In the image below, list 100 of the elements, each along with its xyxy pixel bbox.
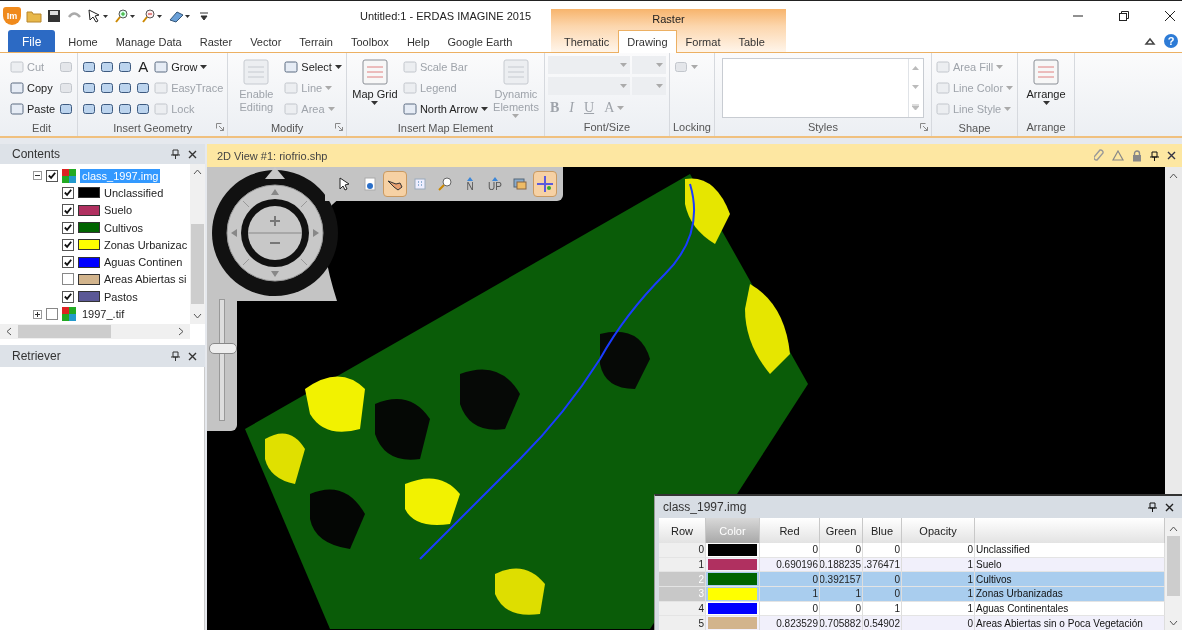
scroll-down-icon[interactable] xyxy=(193,313,202,319)
checkbox[interactable] xyxy=(62,204,74,217)
arrow-icon xyxy=(491,177,499,182)
table-cell: Areas Abiertas sin o Poca Vegetación xyxy=(975,616,1165,630)
column-header[interactable]: Blue xyxy=(863,518,902,543)
pin-icon[interactable] xyxy=(1150,150,1159,161)
pin-icon[interactable] xyxy=(1148,502,1157,512)
restore-icon[interactable] xyxy=(1118,9,1130,22)
layers-icon xyxy=(513,178,527,190)
column-header[interactable]: Green xyxy=(820,518,863,543)
ribbon-tab[interactable]: Format xyxy=(676,30,730,52)
caret-icon xyxy=(334,64,342,69)
collapse-icon[interactable] xyxy=(1144,36,1156,46)
ribbon-button[interactable]: Map Grid xyxy=(349,56,400,105)
close-icon[interactable] xyxy=(188,149,197,159)
checkbox[interactable] xyxy=(62,186,74,199)
save-icon[interactable] xyxy=(47,8,61,23)
ribbon-tab[interactable]: Thematic xyxy=(555,30,619,52)
ribbon-tab[interactable]: File xyxy=(8,30,56,52)
folder-icon[interactable] xyxy=(26,8,42,23)
ribbon-button[interactable]: Paste xyxy=(9,98,57,119)
tool-icon xyxy=(935,80,950,95)
help-button[interactable]: ? xyxy=(1164,34,1178,48)
orientation-button[interactable]: N xyxy=(458,171,482,197)
ribbon-tab[interactable]: Vector xyxy=(241,30,291,52)
tool-icon xyxy=(154,80,169,95)
ribbon-tab[interactable]: Table xyxy=(729,30,774,52)
layer-name[interactable]: 1997_.tif xyxy=(80,307,127,321)
close-icon[interactable] xyxy=(1165,502,1174,512)
checkbox[interactable] xyxy=(62,238,74,251)
ribbon-button[interactable]: North Arrow xyxy=(401,98,489,119)
map-tool-button[interactable] xyxy=(383,171,407,197)
tool-icon xyxy=(402,59,417,74)
checkbox[interactable] xyxy=(46,308,58,320)
table-cell: 0 xyxy=(902,543,975,558)
ribbon-button[interactable]: Arrange xyxy=(1021,56,1072,105)
scroll-up-icon[interactable] xyxy=(193,169,202,175)
dialog-launcher-icon[interactable] xyxy=(334,123,343,131)
scroll-down-icon[interactable] xyxy=(1169,620,1178,626)
ribbon-tab[interactable]: Terrain xyxy=(290,30,342,52)
scroll-up-icon[interactable] xyxy=(1169,526,1178,532)
expander-icon[interactable] xyxy=(33,171,42,181)
tool-icon xyxy=(284,59,299,74)
column-header[interactable]: Red xyxy=(760,518,820,543)
tool-icon xyxy=(935,59,950,74)
ribbon-tab[interactable]: Google Earth xyxy=(438,30,522,52)
tool-icon xyxy=(10,101,24,116)
expander-icon[interactable] xyxy=(33,309,42,319)
ribbon-button[interactable]: Copy xyxy=(9,77,57,98)
pin-icon[interactable] xyxy=(171,149,180,159)
text-tool-button[interactable]: A xyxy=(135,56,152,77)
orientation-button[interactable]: UP xyxy=(483,171,507,197)
zoom-in-icon[interactable] xyxy=(114,8,136,23)
close-icon[interactable] xyxy=(1167,151,1176,160)
slider-thumb[interactable] xyxy=(209,343,237,355)
scrollbar[interactable] xyxy=(0,324,190,339)
close-icon[interactable] xyxy=(1164,9,1176,22)
checkbox[interactable] xyxy=(62,273,74,286)
ribbon-tab[interactable]: Home xyxy=(59,30,107,52)
scroll-right-icon[interactable] xyxy=(178,327,184,336)
window-title: Untitled:1 - ERDAS IMAGINE 2015 xyxy=(360,9,532,22)
scroll-up-icon[interactable] xyxy=(1169,173,1178,179)
tool-icon xyxy=(82,59,97,74)
row-number[interactable]: 5 xyxy=(659,616,706,630)
pin-icon[interactable] xyxy=(171,351,180,361)
ribbon-button[interactable]: Select xyxy=(283,56,343,77)
scrollbar[interactable] xyxy=(1165,167,1182,496)
ribbon-button[interactable]: Grow xyxy=(153,56,225,77)
caret-icon xyxy=(1006,85,1014,90)
checkbox[interactable] xyxy=(46,169,58,182)
scroll-left-icon[interactable] xyxy=(6,327,12,336)
tool-icon xyxy=(154,59,169,74)
column-header[interactable]: Opacity xyxy=(902,518,975,543)
ribbon-tab[interactable]: Toolbox xyxy=(341,30,398,52)
table-cell: Cultivos xyxy=(975,572,1165,588)
table-cell: 1 xyxy=(760,587,820,602)
table-cell: Zonas Urbanizadas xyxy=(975,587,1165,602)
ribbon-tab[interactable]: Help xyxy=(397,30,439,52)
scrollbar[interactable] xyxy=(190,164,205,324)
zoom-out-icon[interactable] xyxy=(141,8,163,23)
dialog-launcher-icon[interactable] xyxy=(919,123,928,131)
group-label: Insert Geometry xyxy=(113,121,193,134)
tool-icon xyxy=(242,58,271,86)
pointer-icon[interactable] xyxy=(87,8,109,23)
class-name: Suelo xyxy=(104,204,133,217)
checkbox[interactable] xyxy=(62,290,74,303)
scrollbar[interactable] xyxy=(1165,518,1182,630)
ribbon-tab[interactable]: Drawing xyxy=(618,30,677,53)
checkbox[interactable] xyxy=(62,221,74,234)
dialog-launcher-icon[interactable] xyxy=(216,123,225,131)
ribbon-tab[interactable]: Manage Data xyxy=(106,30,191,52)
row-number[interactable]: 0 xyxy=(659,543,706,558)
lock-icon[interactable] xyxy=(1132,149,1142,162)
caret-icon xyxy=(325,85,333,90)
checkbox[interactable] xyxy=(62,256,74,269)
column-header[interactable]: Row xyxy=(659,518,706,543)
table-cell: 1 xyxy=(820,587,863,602)
close-icon[interactable] xyxy=(188,351,197,361)
warning-icon[interactable] xyxy=(1112,150,1124,161)
ribbon-tab[interactable]: Raster xyxy=(190,30,242,52)
